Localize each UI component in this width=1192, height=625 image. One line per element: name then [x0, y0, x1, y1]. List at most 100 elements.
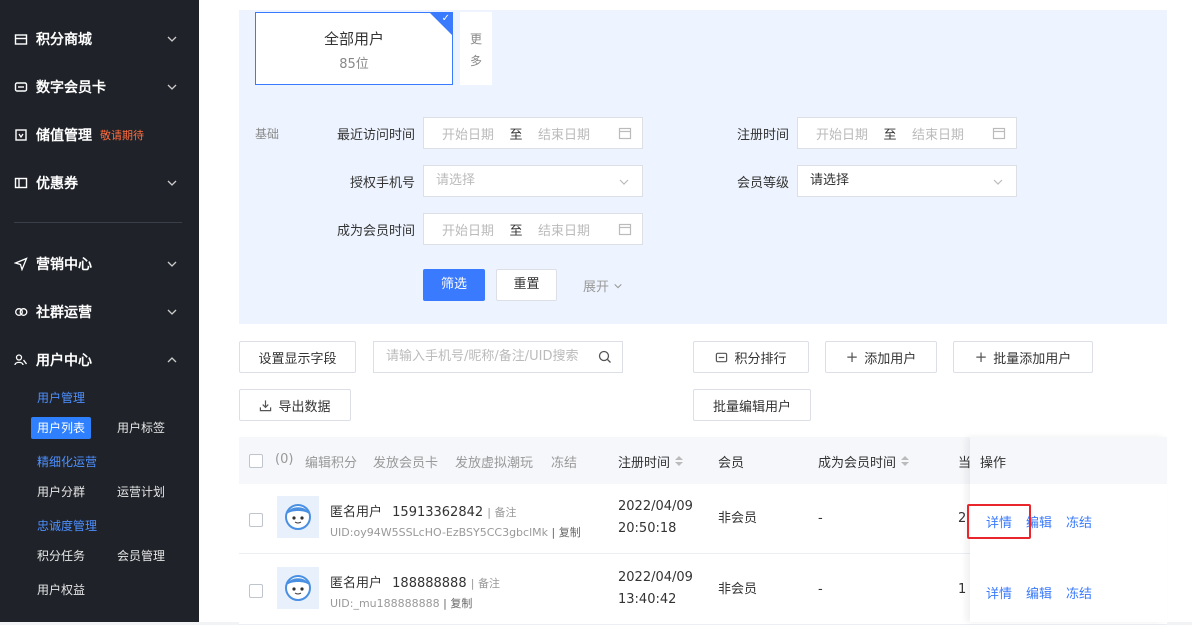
- batch-add-button[interactable]: + 批量添加用户: [953, 341, 1093, 373]
- recent-visit-label: 最近访问时间: [336, 128, 415, 143]
- avatar: [277, 496, 319, 538]
- selected-count: (0): [275, 452, 294, 467]
- calendar-icon: [618, 223, 632, 236]
- base-label: 基础: [255, 127, 280, 141]
- nav-marketing[interactable]: 营销中心: [0, 249, 199, 279]
- sidebar-item-user-segment[interactable]: 用户分群: [37, 481, 85, 503]
- avatar: [277, 567, 319, 609]
- batch-edit-label: 批量编辑用户: [712, 399, 791, 415]
- reset-button[interactable]: 重置: [496, 269, 557, 301]
- sidebar: 积分商城 数字会员卡 储值管理 敬请期待 优惠券 营销中心 社群运营 用户中心 …: [0, 0, 199, 622]
- select-all-checkbox[interactable]: [249, 454, 263, 468]
- edit-points-action[interactable]: 编辑积分: [305, 452, 357, 471]
- col-register-time[interactable]: 注册时间: [618, 452, 684, 471]
- freeze-link[interactable]: 冻结: [1066, 512, 1092, 531]
- freeze-action[interactable]: 冻结: [551, 452, 577, 471]
- nav-coupon[interactable]: 优惠券: [0, 168, 199, 198]
- coupon-icon: [14, 176, 28, 190]
- send-icon: [14, 257, 28, 271]
- copy-link[interactable]: | 复制: [552, 526, 581, 539]
- register-time-range[interactable]: 开始日期 至 结束日期: [797, 117, 1017, 149]
- col-ops: 操作: [980, 456, 1007, 471]
- member-level-label: 会员等级: [736, 176, 789, 191]
- user-name: 匿名用户: [330, 576, 383, 591]
- row-checkbox[interactable]: [249, 584, 263, 598]
- start-date: 开始日期: [441, 127, 494, 143]
- sidebar-item-user-list[interactable]: 用户列表: [31, 417, 92, 439]
- user-table: (0) 编辑积分 发放会员卡 发放虚拟潮玩 冻结 注册时间 会员 成为会员时间 …: [239, 437, 1167, 625]
- issue-card-action[interactable]: 发放会员卡: [373, 452, 438, 471]
- filter-button[interactable]: 筛选: [423, 269, 485, 301]
- points-rank-label: 积分排行: [734, 351, 787, 367]
- auth-phone-select[interactable]: 请选择: [423, 165, 643, 197]
- community-icon: [14, 305, 28, 319]
- select-value: 请选择: [436, 173, 476, 188]
- group-fine-operation: 精细化运营: [37, 455, 98, 469]
- member-level-select[interactable]: 请选择: [797, 165, 1017, 197]
- users-icon: [14, 353, 28, 367]
- all-users-card[interactable]: 全部用户 85位 ✓: [255, 12, 453, 85]
- download-icon: [260, 399, 272, 411]
- col-become-member[interactable]: 成为会员时间: [818, 452, 910, 471]
- search-icon[interactable]: [598, 350, 612, 364]
- sidebar-item-points-task[interactable]: 积分任务: [37, 545, 85, 567]
- points-rank-button[interactable]: 积分排行: [693, 341, 809, 373]
- start-date: 开始日期: [441, 223, 494, 239]
- row-checkbox[interactable]: [249, 513, 263, 527]
- auth-phone-label: 授权手机号: [349, 176, 415, 191]
- wallet-icon: [14, 128, 28, 142]
- nav-stored-value[interactable]: 储值管理 敬请期待: [0, 120, 199, 150]
- chevron-down-icon: [614, 283, 622, 289]
- avatar-face-icon: [285, 504, 311, 530]
- range-to: 至: [509, 223, 523, 239]
- end-date: 结束日期: [537, 127, 590, 143]
- become-member-time: -: [818, 511, 823, 526]
- nav-user-center[interactable]: 用户中心: [0, 345, 199, 375]
- user-name-line: 匿名用户 15913362842 | 备注: [330, 501, 516, 520]
- col-member: 会员: [718, 456, 745, 471]
- expand-button[interactable]: 展开: [583, 276, 623, 295]
- sidebar-item-user-tags[interactable]: 用户标签: [117, 417, 165, 439]
- user-name-line: 匿名用户 188888888 | 备注: [330, 572, 500, 591]
- plus-icon: +: [845, 348, 859, 366]
- batch-edit-button[interactable]: 批量编辑用户: [693, 389, 811, 421]
- more-button[interactable]: 更多: [460, 12, 492, 85]
- become-member-range[interactable]: 开始日期 至 结束日期: [423, 213, 643, 245]
- rank-icon: [716, 352, 728, 362]
- copy-link[interactable]: | 复制: [443, 597, 472, 610]
- nav-label: 营销中心: [36, 257, 92, 273]
- edit-link[interactable]: 编辑: [1026, 583, 1052, 602]
- batch-add-label: 批量添加用户: [993, 351, 1072, 367]
- user-uid: UID:_mu188888888: [330, 597, 440, 610]
- more-label: 更多: [470, 32, 483, 68]
- user-phone: 188888888: [392, 576, 467, 591]
- end-date: 结束日期: [911, 127, 964, 143]
- nav-community[interactable]: 社群运营: [0, 297, 199, 327]
- nav-points-mall[interactable]: 积分商城: [0, 24, 199, 54]
- sort-icon: [901, 456, 910, 466]
- detail-link[interactable]: 详情: [986, 583, 1012, 602]
- select-value: 请选择: [810, 173, 850, 188]
- register-time: 20:50:18: [618, 521, 677, 536]
- nav-digital-card[interactable]: 数字会员卡: [0, 72, 199, 102]
- plus-icon: +: [974, 348, 988, 366]
- export-button[interactable]: 导出数据: [239, 389, 351, 421]
- user-name: 匿名用户: [330, 505, 383, 520]
- freeze-link[interactable]: 冻结: [1066, 583, 1092, 602]
- card-count: 85位: [339, 57, 369, 72]
- search-input[interactable]: 请输入手机号/昵称/备注/UID搜索: [373, 341, 623, 373]
- uid-line: UID:oy94W5SSLcHO-EzBSY5CC3gbclMk | 复制: [330, 524, 581, 540]
- sidebar-item-member-mgmt[interactable]: 会员管理: [117, 545, 165, 567]
- recent-visit-range[interactable]: 开始日期 至 结束日期: [423, 117, 643, 149]
- add-user-button[interactable]: + 添加用户: [825, 341, 937, 373]
- sidebar-item-operation-plan[interactable]: 运营计划: [117, 481, 165, 503]
- display-fields-button[interactable]: 设置显示字段: [239, 341, 356, 373]
- nav-label: 储值管理: [36, 128, 92, 144]
- register-time: 13:40:42: [618, 592, 677, 607]
- register-date: 2022/04/09: [618, 499, 693, 514]
- issue-virtual-action[interactable]: 发放虚拟潮玩: [455, 452, 533, 471]
- note-link[interactable]: | 备注: [471, 577, 500, 590]
- main-content: 全部用户 85位 ✓ 更多 基础 最近访问时间 开始日期 至 结束日期 注册时间…: [199, 0, 1192, 625]
- sidebar-item-user-rights[interactable]: 用户权益: [37, 579, 85, 601]
- note-link[interactable]: | 备注: [487, 506, 516, 519]
